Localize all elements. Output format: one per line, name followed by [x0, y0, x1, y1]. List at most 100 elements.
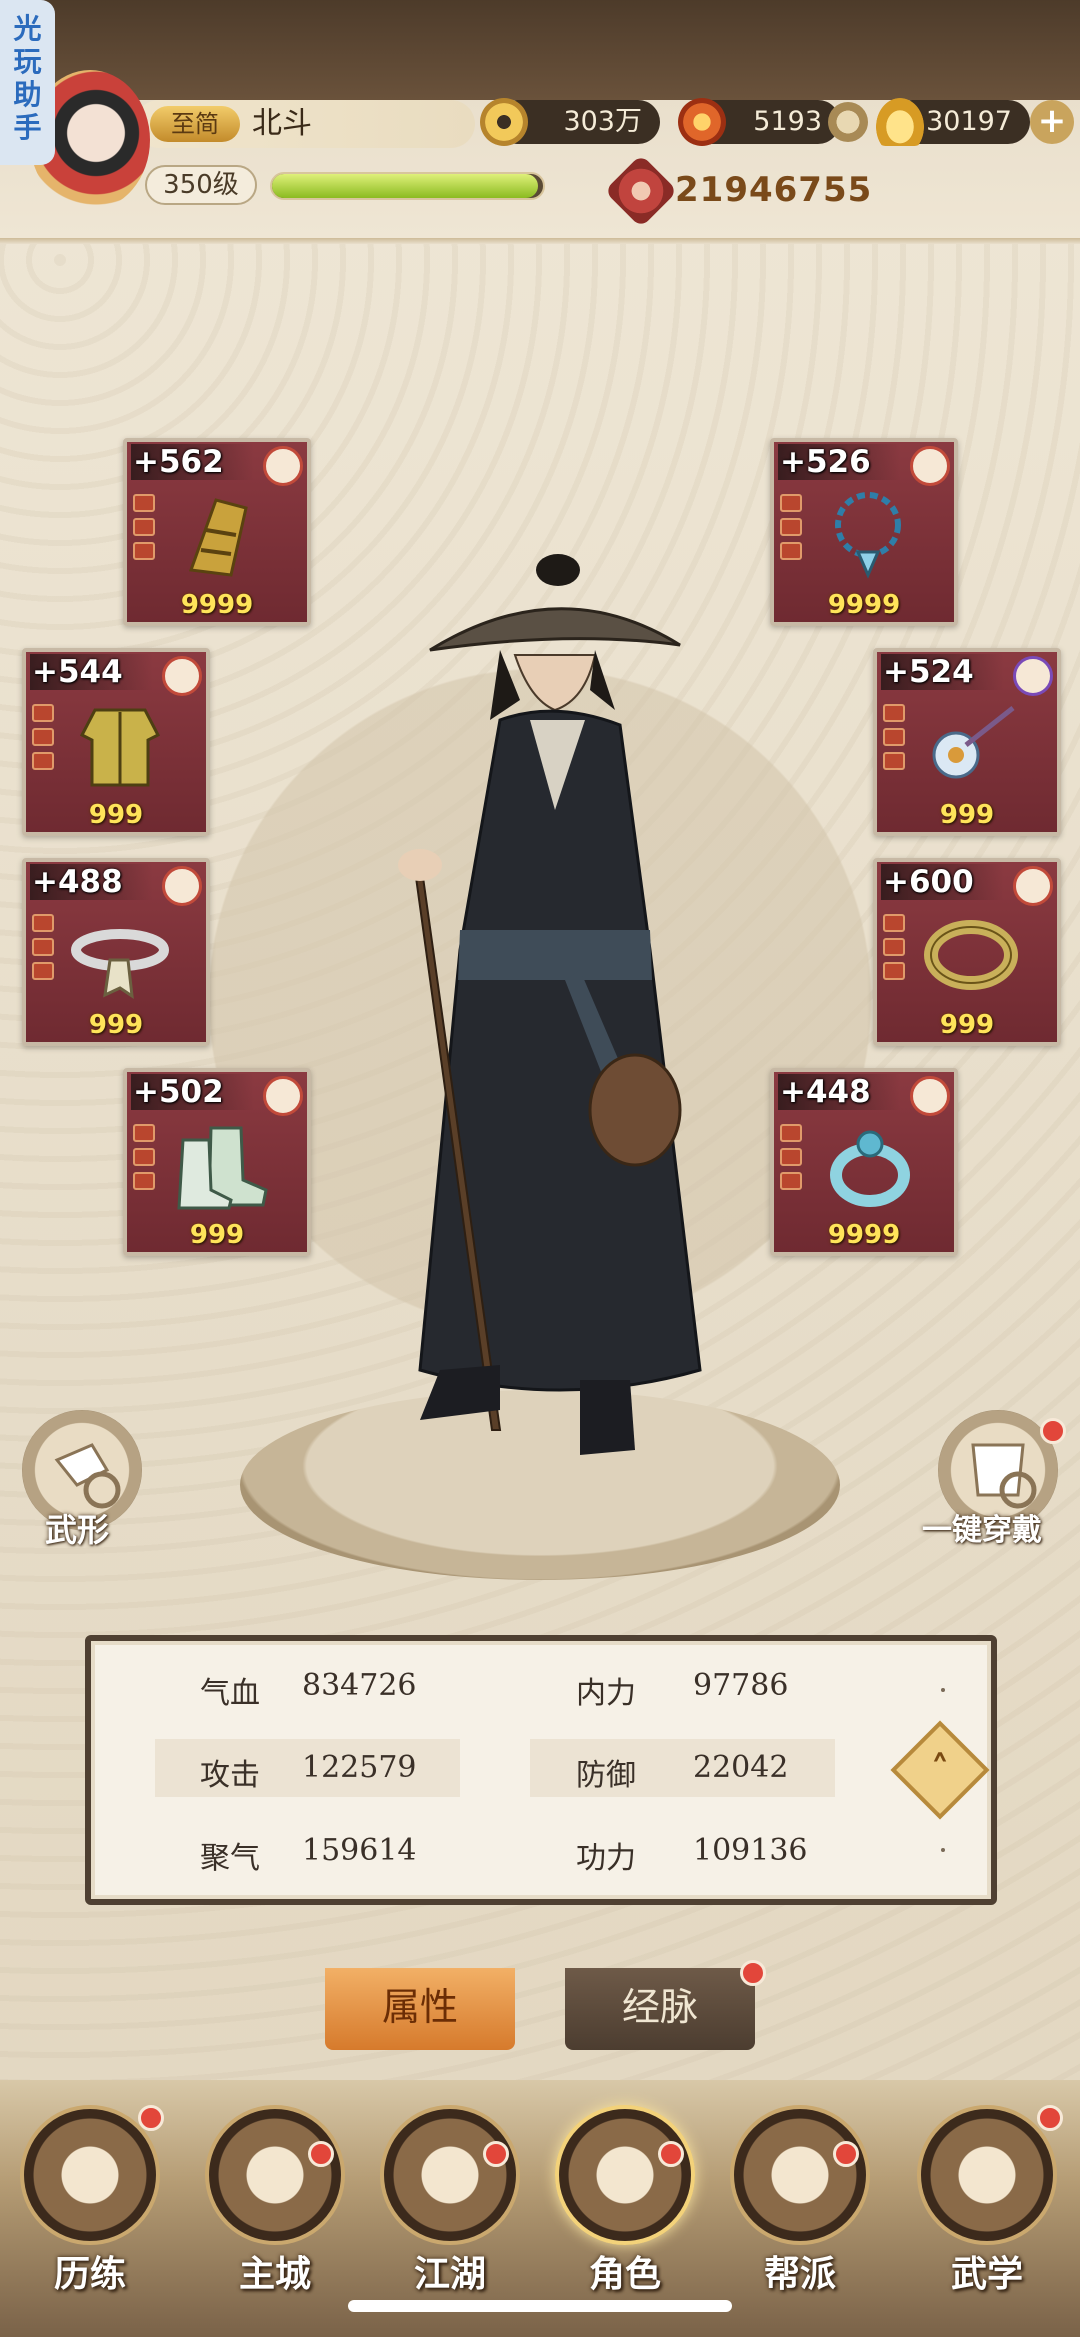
slot-count: 999: [939, 1010, 995, 1040]
nav-city[interactable]: 主城: [200, 2105, 350, 2315]
stat-label: 防御: [576, 1758, 636, 1793]
nav-training[interactable]: 历练: [15, 2105, 165, 2315]
stat-value: 159614: [302, 1833, 417, 1868]
quality-badge-icon: [162, 656, 202, 696]
gem-socket-icon: [32, 938, 54, 956]
sword-icon: [380, 2105, 520, 2245]
equip-slot-bracelet[interactable]: +600 999: [873, 858, 1061, 1046]
exp-bar-fill: [272, 174, 538, 198]
slot-level: +562: [131, 444, 254, 480]
notification-dot: [1040, 1418, 1066, 1444]
appearance-label: 武形: [45, 1511, 110, 1549]
hairpin-icon: [932, 706, 1015, 779]
quality-badge-icon: [910, 446, 950, 486]
notification-dot: [740, 1960, 766, 1986]
nav-label: 历练: [53, 2253, 126, 2295]
slot-level: +502: [131, 1074, 254, 1110]
flame-value: 5193: [753, 106, 822, 137]
tab-meridians[interactable]: 经脉: [565, 1968, 755, 2050]
gold-value: 30197: [926, 106, 1012, 137]
slot-level: +544: [30, 654, 153, 690]
stat-label: 功力: [576, 1841, 636, 1876]
gem-socket-icon: [32, 728, 54, 746]
gem-socket-icon: [883, 704, 905, 722]
slot-count: 999: [939, 800, 995, 830]
gem-socket-icon: [780, 518, 802, 536]
gem-socket-icon: [32, 962, 54, 980]
chevron-up-icon: ˄: [930, 1748, 950, 1792]
exp-bar: [270, 172, 545, 200]
coin-icon: [480, 98, 528, 146]
notification-dot: [1037, 2105, 1063, 2131]
top-bar-strip: [0, 0, 1080, 100]
vip-tag: 至简: [150, 106, 240, 142]
stat-label: 攻击: [200, 1758, 260, 1793]
notification-dot: [658, 2141, 684, 2167]
nav-jianghu[interactable]: 江湖: [375, 2105, 525, 2315]
character-figure[interactable]: [380, 550, 740, 1510]
armor-icon: [79, 708, 161, 787]
nav-label: 帮派: [763, 2253, 836, 2295]
gem-socket-icon: [780, 542, 802, 560]
belt-icon: [71, 929, 169, 1000]
slot-count: 999: [189, 1220, 245, 1250]
equip-slot-ring[interactable]: +448 9999: [770, 1068, 958, 1256]
nav-label: 江湖: [413, 2253, 486, 2295]
gem-socket-icon: [133, 542, 155, 560]
quality-badge-icon: [162, 866, 202, 906]
tab-attributes[interactable]: 属性: [325, 1968, 515, 2050]
slot-level: +448: [778, 1074, 901, 1110]
stat-value: 22042: [693, 1750, 789, 1785]
nav-label: 主城: [238, 2253, 311, 2295]
equip-slot-belt[interactable]: +488 999: [22, 858, 210, 1046]
city-gate-icon: [205, 2105, 345, 2245]
slot-count: 9999: [827, 590, 901, 620]
gem-socket-icon: [32, 914, 54, 932]
guild-emblem-icon: [730, 2105, 870, 2245]
gem-socket-icon: [780, 1172, 802, 1190]
gem-socket-icon: [883, 914, 905, 932]
equip-slot-boots[interactable]: +502 999: [123, 1068, 311, 1256]
boots-icon: [177, 1126, 268, 1210]
gem-socket-icon: [32, 752, 54, 770]
slot-count: 999: [88, 800, 144, 830]
combat-power: 21946755: [675, 170, 873, 210]
equip-slot-armor[interactable]: +544 999: [22, 648, 210, 836]
equip-slot-hairpin[interactable]: +524 999: [873, 648, 1061, 836]
training-icon: [20, 2105, 160, 2245]
nav-character[interactable]: 角色: [550, 2105, 700, 2315]
stat-label: 聚气: [200, 1841, 260, 1876]
quality-badge-icon: [263, 446, 303, 486]
notification-dot: [833, 2141, 859, 2167]
gem-socket-icon: [780, 494, 802, 512]
coins-value: 303万: [563, 106, 642, 137]
nav-guild[interactable]: 帮派: [725, 2105, 875, 2315]
nav-label: 武学: [950, 2253, 1023, 2295]
gem-socket-icon: [133, 518, 155, 536]
gem-socket-icon: [133, 1124, 155, 1142]
necklace-icon: [835, 492, 901, 579]
quality-badge-icon: [263, 1076, 303, 1116]
assistant-tab[interactable]: 光玩助手: [0, 0, 55, 165]
equip-slot-necklace[interactable]: +526 9999: [770, 438, 958, 626]
flame-icon: [678, 98, 726, 146]
slot-level: +524: [881, 654, 1004, 690]
bracer-icon: [188, 498, 248, 577]
home-indicator[interactable]: [348, 2300, 732, 2312]
equip-slot-bracer[interactable]: +562 9999: [123, 438, 311, 626]
notification-dot: [138, 2105, 164, 2131]
header-divider: [0, 238, 1080, 244]
quality-badge-icon: [1013, 656, 1053, 696]
slot-count: 9999: [827, 1220, 901, 1250]
equip-all-label: 一键穿戴: [922, 1513, 1042, 1548]
notification-dot: [483, 2141, 509, 2167]
nav-martial-arts[interactable]: 武学: [912, 2105, 1063, 2315]
ring-icon: [830, 1130, 910, 1207]
add-gold-button[interactable]: +: [1030, 100, 1074, 144]
scroll-books-icon: [917, 2105, 1057, 2245]
gem-socket-icon: [133, 494, 155, 512]
slot-count: 999: [88, 1010, 144, 1040]
gem-socket-icon: [32, 704, 54, 722]
scroll-dot: [941, 1848, 945, 1852]
stat-value: 109136: [693, 1833, 808, 1868]
